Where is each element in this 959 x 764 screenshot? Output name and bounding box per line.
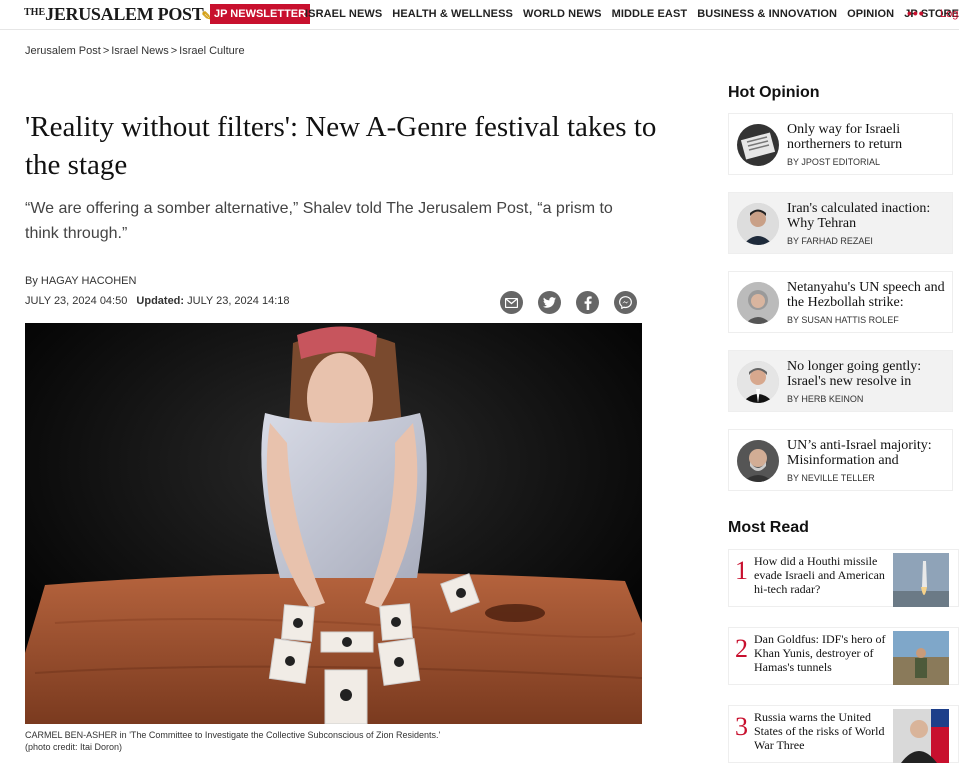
opinion-avatar (737, 282, 779, 324)
updated-date: JULY 23, 2024 14:18 (187, 295, 290, 307)
opinion-avatar (737, 440, 779, 482)
logo-the: THE (24, 7, 46, 18)
most-read-thumbnail[interactable] (893, 553, 949, 607)
facebook-icon[interactable] (576, 291, 599, 314)
most-read-rank: 2 (735, 634, 748, 663)
opinion-author[interactable]: By HERB KEINON (787, 394, 863, 404)
author-link[interactable]: HAGAY HACOHEN (41, 275, 137, 287)
most-read-heading: Most Read (728, 519, 809, 536)
opinion-title[interactable]: Only way for Israeli northerners to retu… (787, 122, 949, 154)
article-headline: 'Reality without filters': New A-Genre f… (25, 111, 657, 181)
breadcrumb-separator: > (170, 45, 178, 57)
breadcrumb: Jerusalem Post > Israel News > Israel Cultur… (25, 45, 245, 57)
opinion-avatar (737, 361, 779, 403)
published-date: JULY 23, 2024 04:50 (25, 295, 128, 307)
most-read-title[interactable]: Russia warns the United States of the ri… (754, 710, 889, 752)
top-navigation: THEJERUSALEM POST✎ JP NEWSLETTER ISRAEL … (0, 0, 959, 30)
opinion-title[interactable]: No longer going gently: Israel's new res… (787, 359, 949, 391)
more-menu-icon[interactable]: ••• (907, 5, 925, 21)
opinion-avatar (737, 203, 779, 245)
breadcrumb-separator: > (102, 45, 110, 57)
opinion-card[interactable]: Netanyahu's UN speech and the Hezbollah … (728, 271, 953, 333)
breadcrumb-israel-culture[interactable]: Israel Culture (179, 45, 244, 57)
most-read-item[interactable]: 3 Russia warns the United States of the … (728, 705, 959, 763)
opinion-card[interactable]: No longer going gently: Israel's new res… (728, 350, 953, 412)
opinion-avatar-newspaper-icon (737, 124, 779, 166)
photo-credit: (photo credit: Itai Doron) (25, 742, 123, 752)
nav-israel-news[interactable]: ISRAEL NEWS (305, 8, 382, 20)
article-dates: JULY 23, 2024 04:50 Updated: JULY 23, 20… (25, 295, 289, 307)
opinion-author[interactable]: By SUSAN HATTIS ROLEF (787, 315, 899, 325)
most-read-title[interactable]: Dan Goldfus: IDF's hero of Khan Yunis, d… (754, 632, 889, 674)
nav-world-news[interactable]: WORLD NEWS (523, 8, 602, 20)
caption-text: CARMEL BEN-ASHER in 'The Committee to In… (25, 730, 441, 740)
updated-label: Updated: (136, 295, 185, 307)
article-main-photo (25, 323, 642, 724)
most-read-thumbnail[interactable] (893, 631, 949, 685)
photo-caption: CARMEL BEN-ASHER in 'The Committee to In… (25, 729, 645, 753)
newsletter-button[interactable]: JP NEWSLETTER (210, 4, 311, 24)
breadcrumb-israel-news[interactable]: Israel News (111, 45, 168, 57)
nav-health-wellness[interactable]: HEALTH & WELLNESS (392, 8, 513, 20)
nav-business-innovation[interactable]: BUSINESS & INNOVATION (697, 8, 837, 20)
login-link[interactable]: Login (940, 8, 959, 20)
hot-opinion-heading: Hot Opinion (728, 84, 820, 101)
opinion-title[interactable]: Netanyahu's UN speech and the Hezbollah … (787, 280, 949, 312)
nav-middle-east[interactable]: MIDDLE EAST (612, 8, 688, 20)
most-read-rank: 3 (735, 712, 748, 741)
main-menu: ISRAEL NEWS HEALTH & WELLNESS WORLD NEWS… (305, 8, 959, 20)
email-icon[interactable] (500, 291, 523, 314)
opinion-card[interactable]: Iran's calculated inaction: Why Tehran B… (728, 192, 953, 254)
nav-opinion[interactable]: OPINION (847, 8, 894, 20)
most-read-item[interactable]: 1 How did a Houthi missile evade Israeli… (728, 549, 959, 607)
opinion-title[interactable]: UN’s anti-Israel majority: Misinformatio… (787, 438, 949, 470)
opinion-title[interactable]: Iran's calculated inaction: Why Tehran (787, 201, 949, 233)
most-read-thumbnail[interactable] (893, 709, 949, 763)
most-read-rank: 1 (735, 556, 748, 585)
opinion-author[interactable]: By FARHAD REZAEI (787, 236, 873, 246)
opinion-author[interactable]: By JPOST EDITORIAL (787, 157, 880, 167)
byline-prefix: By (25, 275, 38, 287)
logo-text: JERUSALEM POST (45, 4, 204, 24)
article-subheadline: “We are offering a somber alternative,” … (25, 200, 613, 242)
messenger-icon[interactable] (614, 291, 637, 314)
share-bar (500, 291, 637, 314)
breadcrumb-home[interactable]: Jerusalem Post (25, 45, 101, 57)
opinion-author[interactable]: By NEVILLE TELLER (787, 473, 875, 483)
most-read-item[interactable]: 2 Dan Goldfus: IDF's hero of Khan Yunis,… (728, 627, 959, 685)
opinion-card[interactable]: Only way for Israeli northerners to retu… (728, 113, 953, 175)
twitter-icon[interactable] (538, 291, 561, 314)
byline: By HAGAY HACOHEN (25, 275, 136, 287)
site-logo[interactable]: THEJERUSALEM POST✎ (24, 4, 212, 25)
most-read-title[interactable]: How did a Houthi missile evade Israeli a… (754, 554, 889, 596)
opinion-card[interactable]: UN’s anti-Israel majority: Misinformatio… (728, 429, 953, 491)
